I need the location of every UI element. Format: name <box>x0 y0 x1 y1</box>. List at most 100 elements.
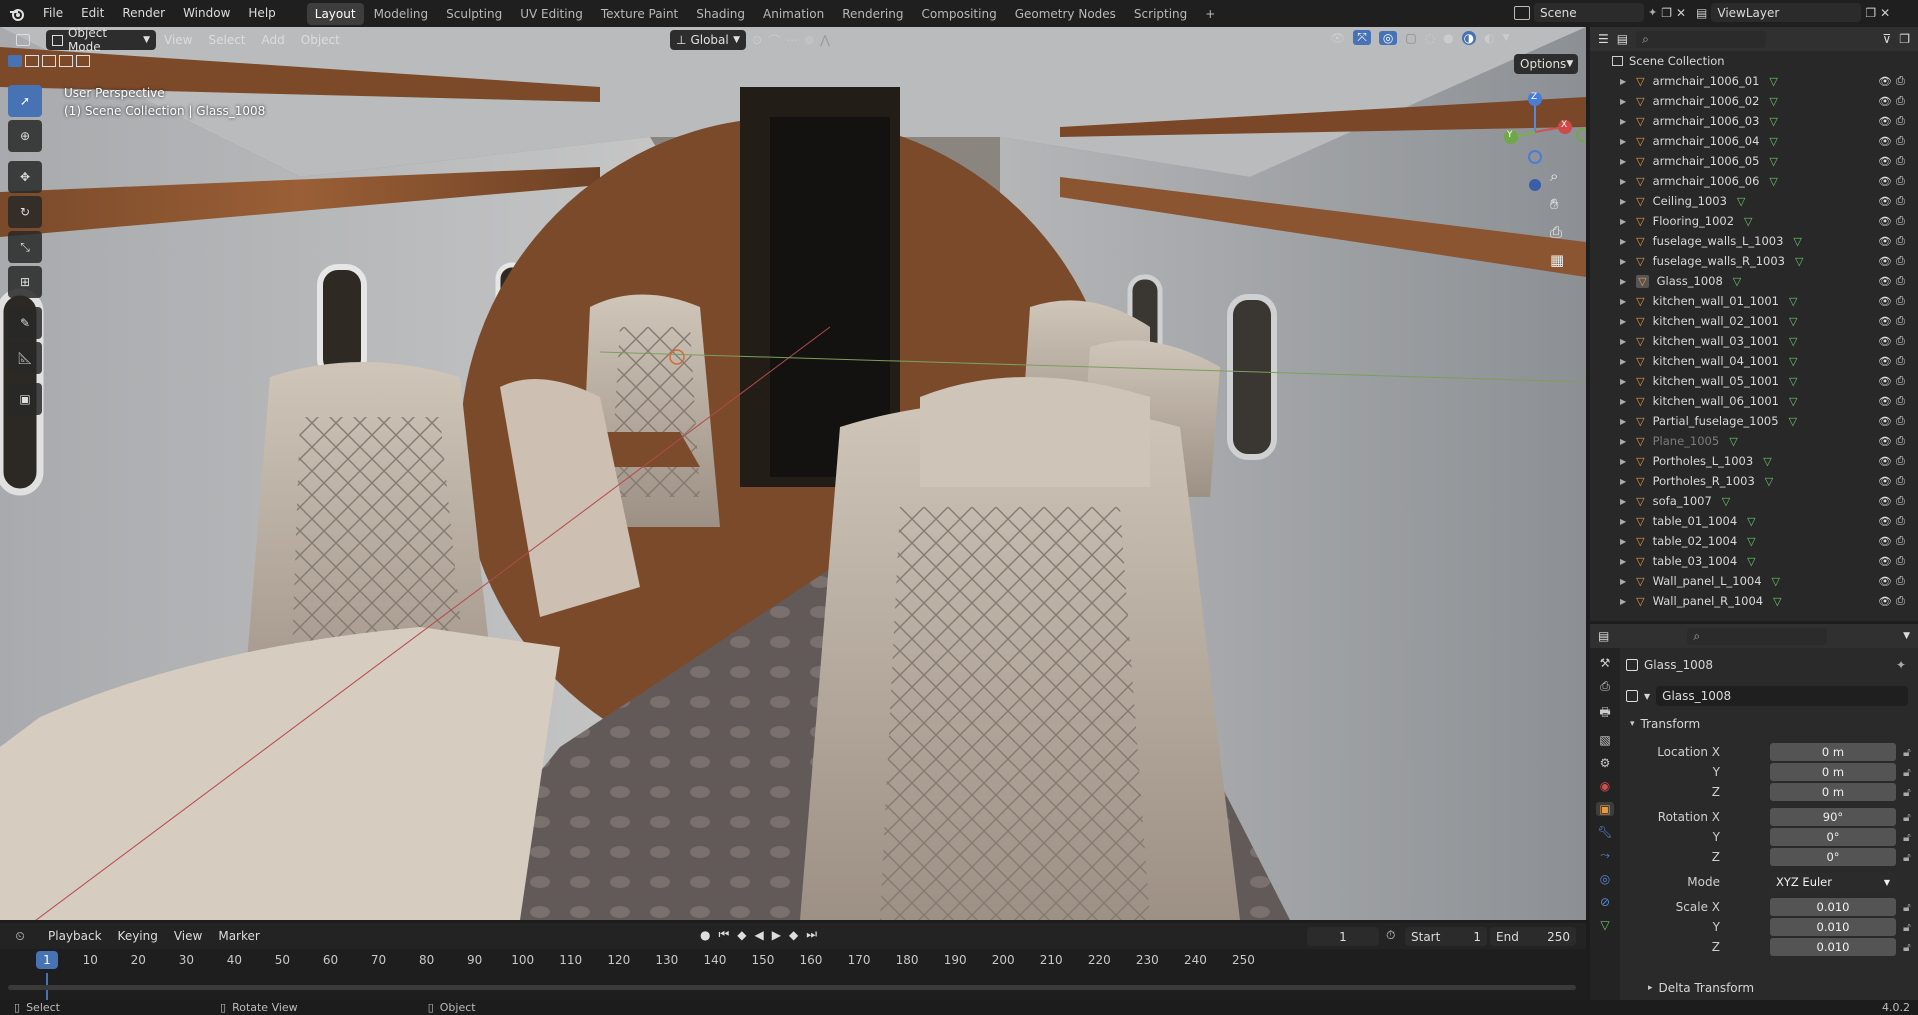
solid-shading-icon[interactable]: ● <box>1443 31 1453 45</box>
outliner-row[interactable]: ▶ ▽ table_01_1004 ▽ 👁︎ ⎙ <box>1590 511 1918 531</box>
eye-icon[interactable]: 👁︎ <box>1878 115 1892 128</box>
pin-icon[interactable]: ✦ <box>1896 658 1906 672</box>
tab-modeling[interactable]: Modeling <box>366 3 437 25</box>
camera-icon[interactable]: ⎙ <box>1896 114 1905 128</box>
camera-icon[interactable]: ⎙ <box>1896 154 1905 168</box>
tool-tab-icon[interactable]: ⚒ <box>1600 656 1611 670</box>
mesh-data-icon[interactable]: ▽ <box>1744 215 1752 228</box>
playhead-marker[interactable]: 1 <box>36 951 58 969</box>
visibility-icon[interactable]: 👁︎ <box>1330 31 1345 45</box>
eye-icon[interactable]: 👁︎ <box>1878 375 1892 388</box>
mesh-data-icon[interactable]: ▽ <box>1789 295 1797 308</box>
expand-arrow-icon[interactable]: ▶ <box>1620 417 1626 426</box>
outliner-row[interactable]: ▶ ▽ Portholes_R_1003 ▽ 👁︎ ⎙ <box>1590 471 1918 491</box>
camera-icon[interactable]: ⎙ <box>1896 254 1905 268</box>
camera-icon[interactable]: ⎙ <box>1896 294 1905 308</box>
eye-icon[interactable]: 👁︎ <box>1878 555 1892 568</box>
transform-tool[interactable]: ⊞ <box>8 266 42 298</box>
timeline-ruler[interactable]: 1 10 20 30 40 50 60 70 80 90 100 110 120 130 140 150 16… <box>0 949 1586 973</box>
scale-x-field[interactable]: 0.010 <box>1770 898 1896 916</box>
camera-icon[interactable]: ⎙ <box>1896 334 1905 348</box>
xray-icon[interactable]: ▢ <box>1405 31 1416 45</box>
expand-arrow-icon[interactable]: ▶ <box>1620 597 1626 606</box>
expand-arrow-icon[interactable]: ▶ <box>1620 177 1626 186</box>
eye-icon[interactable]: 👁︎ <box>1878 435 1892 448</box>
mesh-data-icon[interactable]: ▽ <box>1747 535 1755 548</box>
menu-window[interactable]: Window <box>174 0 239 27</box>
eye-icon[interactable]: 👁︎ <box>1878 255 1892 268</box>
options-dropdown[interactable]: Options ▼ <box>1514 54 1578 74</box>
eye-icon[interactable]: 👁︎ <box>1878 175 1892 188</box>
timeline-menu-view[interactable]: View <box>166 926 210 946</box>
timeline-menu-marker[interactable]: Marker <box>210 926 267 946</box>
mesh-data-icon[interactable]: ▽ <box>1769 155 1777 168</box>
expand-arrow-icon[interactable]: ▶ <box>1620 497 1626 506</box>
particles-tab-icon[interactable]: ⤳ <box>1600 848 1610 863</box>
properties-editor-icon[interactable]: ▤ <box>1598 629 1609 643</box>
expand-arrow-icon[interactable]: ▶ <box>1620 117 1626 126</box>
select-difference-icon[interactable] <box>59 55 73 67</box>
tab-texture-paint[interactable]: Texture Paint <box>593 3 686 25</box>
mesh-data-icon[interactable]: ▽ <box>1789 355 1797 368</box>
rotation-y-field[interactable]: 0° <box>1770 828 1896 846</box>
menu-file[interactable]: File <box>34 0 72 27</box>
eye-icon[interactable]: 👁︎ <box>1878 395 1892 408</box>
new-viewlayer-icon[interactable]: ❐ <box>1865 6 1876 20</box>
outliner-row[interactable]: ▶ ▽ table_02_1004 ▽ 👁︎ ⎙ <box>1590 531 1918 551</box>
editor-type-icon[interactable] <box>0 34 46 46</box>
mesh-data-icon[interactable]: ▽ <box>1789 315 1797 328</box>
expand-arrow-icon[interactable]: ▶ <box>1620 157 1626 166</box>
mesh-data-icon[interactable]: ▽ <box>1793 235 1801 248</box>
proportional-edit-icon[interactable]: ⊚ <box>804 33 814 47</box>
zoom-icon[interactable]: ⌕ <box>1550 167 1564 185</box>
lock-icon[interactable]: 🔓︎ <box>1903 785 1911 800</box>
outliner-search-input[interactable]: ⌕ <box>1636 30 1767 48</box>
select-subtract-icon[interactable] <box>42 55 56 67</box>
add-cube-tool[interactable]: ▣ <box>8 383 42 415</box>
camera-icon[interactable]: ⎙ <box>1896 314 1905 328</box>
snap-icon[interactable]: ⌒ <box>768 32 780 49</box>
mesh-data-icon[interactable]: ▽ <box>1769 115 1777 128</box>
data-tab-icon[interactable]: ▽ <box>1600 918 1609 932</box>
tab-sculpting[interactable]: Sculpting <box>438 3 510 25</box>
expand-arrow-icon[interactable]: ▶ <box>1620 237 1626 246</box>
prev-keyframe-icon[interactable]: ◆ <box>737 928 746 942</box>
lock-icon[interactable]: 🔓︎ <box>1903 745 1911 760</box>
expand-arrow-icon[interactable]: ▶ <box>1620 77 1626 86</box>
eye-icon[interactable]: 👁︎ <box>1878 575 1892 588</box>
tab-layout[interactable]: Layout <box>306 2 364 25</box>
end-frame-field[interactable]: End 250 <box>1490 927 1576 946</box>
outliner-row[interactable]: ▶ ▽ Glass_1008 ▽ 👁︎ ⎙ <box>1590 271 1918 291</box>
location-x-field[interactable]: 0 m <box>1770 743 1896 761</box>
expand-arrow-icon[interactable]: ▶ <box>1620 297 1626 306</box>
lock-icon[interactable]: 🔓︎ <box>1903 850 1911 865</box>
timeline-track-area[interactable] <box>0 973 1586 1000</box>
mesh-data-icon[interactable]: ▽ <box>1773 595 1781 608</box>
eye-icon[interactable]: 👁︎ <box>1878 335 1892 348</box>
tab-scripting[interactable]: Scripting <box>1126 3 1195 25</box>
eye-icon[interactable]: 👁︎ <box>1878 135 1892 148</box>
eye-icon[interactable]: 👁︎ <box>1878 215 1892 228</box>
tab-uv-editing[interactable]: UV Editing <box>512 3 591 25</box>
output-tab-icon[interactable]: 🖶︎ <box>1599 703 1610 724</box>
eye-icon[interactable]: 👁︎ <box>1878 415 1892 428</box>
rotation-x-field[interactable]: 90° <box>1770 808 1896 826</box>
outliner-row[interactable]: ▶ ▽ Partial_fuselage_1005 ▽ 👁︎ ⎙ <box>1590 411 1918 431</box>
camera-icon[interactable]: ⎙ <box>1896 214 1905 228</box>
select-intersect-icon[interactable] <box>76 55 90 67</box>
camera-icon[interactable]: ⎙ <box>1896 554 1905 568</box>
expand-arrow-icon[interactable]: ▶ <box>1620 337 1626 346</box>
eye-icon[interactable]: 👁︎ <box>1878 515 1892 528</box>
menu-edit[interactable]: Edit <box>72 0 113 27</box>
outliner-editor-icon[interactable]: ☰ <box>1598 32 1609 46</box>
mesh-data-icon[interactable]: ▽ <box>1747 515 1755 528</box>
camera-icon[interactable]: ⎙ <box>1896 574 1905 588</box>
viewport-menu-object[interactable]: Object <box>293 30 348 50</box>
play-reverse-icon[interactable]: ◀ <box>755 928 764 942</box>
tab-compositing[interactable]: Compositing <box>913 3 1004 25</box>
camera-icon[interactable]: ⎙ <box>1896 534 1905 548</box>
outliner-row[interactable]: ▶ ▽ Portholes_L_1003 ▽ 👁︎ ⎙ <box>1590 451 1918 471</box>
cursor-tool[interactable]: ⊕ <box>8 120 42 152</box>
expand-arrow-icon[interactable]: ▶ <box>1620 197 1626 206</box>
expand-arrow-icon[interactable]: ▶ <box>1620 97 1626 106</box>
